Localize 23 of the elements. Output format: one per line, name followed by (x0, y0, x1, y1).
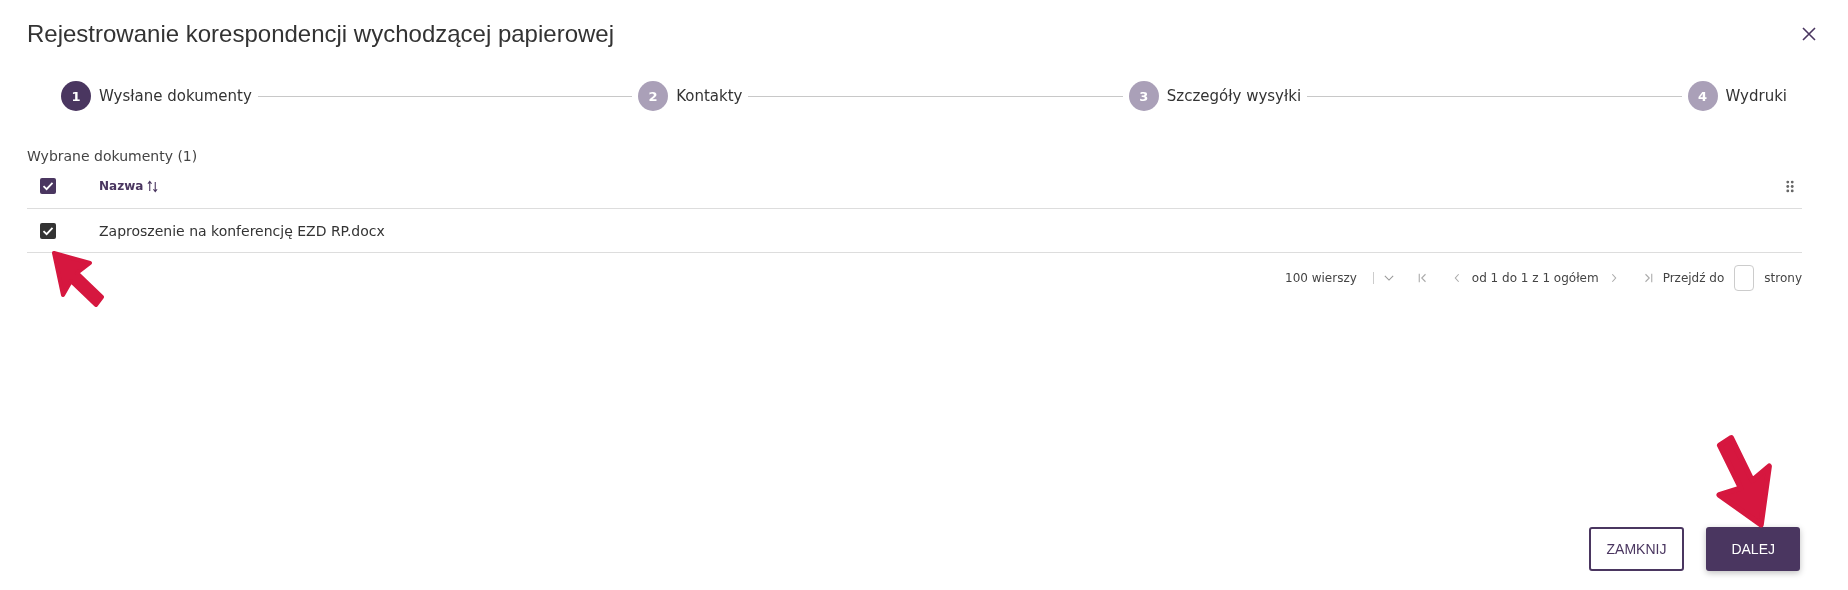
chevron-down-icon[interactable] (1383, 273, 1394, 283)
close-icon (1802, 27, 1816, 41)
checkbox[interactable] (40, 222, 56, 239)
table-cell: Zaproszenie na konferencję EZD RP.docx (99, 222, 385, 239)
checkbox[interactable] (40, 178, 56, 194)
stepper-step[interactable]: 4 Wydruki (1687, 81, 1787, 111)
table-caption: Wybrane dokumenty (1) (27, 148, 199, 164)
column-header[interactable]: Nazwa (99, 179, 144, 193)
column-settings-icon[interactable] (1786, 179, 1794, 193)
close-button[interactable]: ZAMKNIJ (1588, 527, 1685, 571)
stepper-step[interactable]: 3 Szczegóły wysyłki (1128, 81, 1302, 111)
stepper-step[interactable]: 1 Wysłane dokumenty (61, 81, 252, 111)
go-to-page-label: Przejdź do (1662, 271, 1725, 285)
next-button[interactable]: DALEJ (1706, 527, 1800, 571)
rows-per-page-label: 100 wierszy (1285, 271, 1357, 285)
page-number-field[interactable] (1734, 265, 1755, 291)
stepper-step[interactable]: 2 Kontakty (638, 81, 743, 111)
first-page-icon[interactable] (1417, 273, 1428, 283)
dialog-title: Rejestrowanie korespondencji wychodzącej papierowej (27, 20, 614, 48)
last-page-icon[interactable] (1642, 273, 1653, 283)
page-range-label: od 1 do 1 z 1 ogółem (1471, 271, 1599, 285)
page-suffix-label: strony (1764, 271, 1802, 285)
sort-icon[interactable] (147, 179, 159, 193)
